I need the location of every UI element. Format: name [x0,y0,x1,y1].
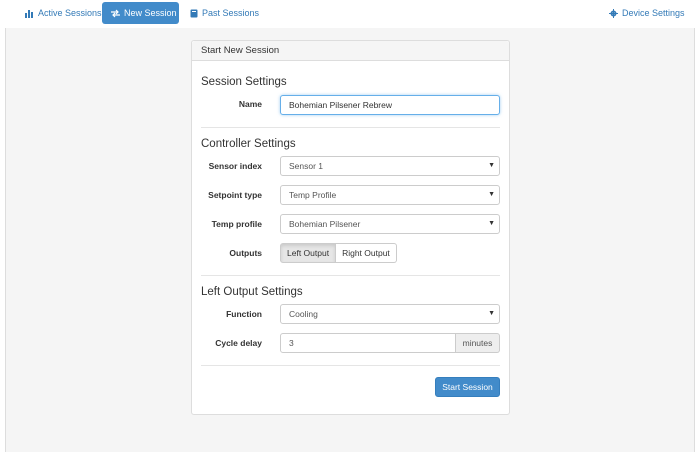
nav-active-sessions[interactable]: Active Sessions [16,2,111,24]
right-output-button[interactable]: Right Output [336,243,397,263]
panel-title: Start New Session [192,41,509,61]
nav-new-session-label: New Session [124,8,177,18]
setpoint-type-value: Temp Profile [289,190,337,200]
cycle-delay-label: Cycle delay [215,338,262,348]
left-output-button[interactable]: Left Output [280,243,337,263]
bar-chart-icon [25,9,34,18]
divider [201,365,500,366]
session-settings-heading: Session Settings [201,76,287,88]
temp-profile-value: Bohemian Pilsener [289,219,361,229]
nav-past-sessions[interactable]: Past Sessions [181,2,268,24]
nav-active-sessions-label: Active Sessions [38,8,102,18]
function-value: Cooling [289,309,318,319]
nav-device-settings-label: Device Settings [622,8,685,18]
name-input[interactable]: Bohemian Pilsener Rebrew [280,95,500,115]
gear-icon [609,8,618,18]
sensor-index-label: Sensor index [208,161,262,171]
divider [201,275,500,276]
controller-settings-heading: Controller Settings [201,138,296,150]
function-select[interactable]: Cooling ▼ [280,304,500,324]
start-session-button[interactable]: Start Session [435,377,500,397]
nav-device-settings[interactable]: Device Settings [600,2,694,24]
name-label: Name [238,99,262,109]
top-nav: Active Sessions New Session Past Session… [0,0,700,28]
setpoint-type-label: Setpoint type [208,190,262,200]
new-session-panel: Start New Session Session Settings Name … [191,40,510,415]
temp-profile-select[interactable]: Bohemian Pilsener ▼ [280,214,500,234]
cycle-delay-input[interactable]: 3 [280,333,456,353]
caret-down-icon: ▼ [488,310,495,317]
nav-past-sessions-label: Past Sessions [202,8,260,18]
nav-new-session[interactable]: New Session [102,2,179,24]
outputs-label: Outputs [229,248,262,258]
temp-profile-label: Temp profile [211,219,262,229]
cycle-delay-unit: minutes [456,333,500,353]
divider [201,127,500,128]
cycle-delay-group: 3 minutes [280,333,500,353]
exchange-icon [111,9,120,18]
caret-down-icon: ▼ [488,191,495,198]
sensor-index-select[interactable]: Sensor 1 ▼ [280,156,500,176]
book-icon [190,9,198,18]
function-label: Function [226,309,262,319]
outputs-toggle-group: Left Output Right Output [280,243,397,263]
caret-down-icon: ▼ [488,220,495,227]
sensor-index-value: Sensor 1 [289,161,324,171]
caret-down-icon: ▼ [488,162,495,169]
left-output-settings-heading: Left Output Settings [201,286,303,298]
setpoint-type-select[interactable]: Temp Profile ▼ [280,185,500,205]
